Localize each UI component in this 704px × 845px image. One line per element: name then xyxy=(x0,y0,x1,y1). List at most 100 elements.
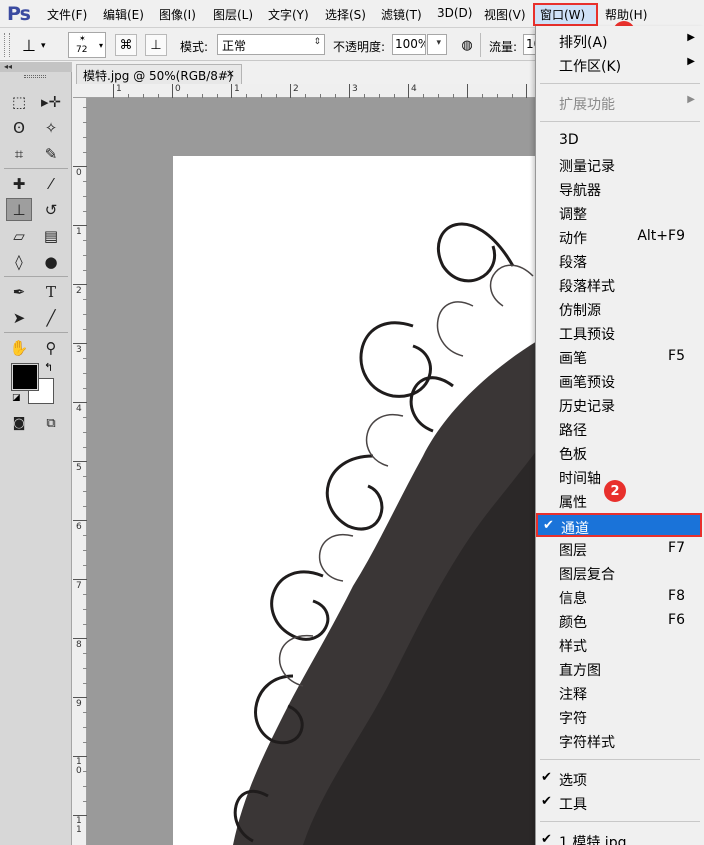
clone-stamp-tool-icon[interactable]: ⊥ xyxy=(18,34,40,56)
pressure-opacity-icon[interactable]: ◍ xyxy=(456,34,478,56)
window-menu-item-group3-19[interactable]: 信息 F8 xyxy=(536,585,704,609)
window-menu-item-k[interactable]: 工作区(K) ▶ xyxy=(536,53,704,77)
window-menu-item-group3-18[interactable]: 图层复合 xyxy=(536,561,704,585)
opacity-field[interactable]: 100% xyxy=(392,34,426,55)
window-menu-item-group3-25[interactable]: 字符样式 xyxy=(536,729,704,753)
ruler-label: 0 xyxy=(175,84,181,94)
menu-view[interactable]: 视图(V) xyxy=(484,6,526,23)
document-tab[interactable]: 模特.jpg @ 50%(RGB/8#) × xyxy=(76,64,242,84)
healing-brush-tool-icon[interactable]: ✚ xyxy=(6,172,32,195)
eyedropper-tool-icon[interactable]: ✎ xyxy=(38,142,64,165)
quick-mask-icon[interactable]: ◙ xyxy=(6,412,32,435)
menu-select[interactable]: 选择(S) xyxy=(325,6,366,23)
menu-layer[interactable]: 图层(L) xyxy=(213,6,253,23)
tool-divider xyxy=(4,168,68,169)
menu-window[interactable]: 窗口(W) xyxy=(540,6,585,23)
window-menu-item-group3-5[interactable]: 段落 xyxy=(536,249,704,273)
menu-image[interactable]: 图像(I) xyxy=(159,6,196,23)
blur-tool-icon[interactable]: ◊ xyxy=(6,250,32,273)
menu-3d[interactable]: 3D(D) xyxy=(437,6,472,20)
window-menu-item-group3-2[interactable]: 导航器 xyxy=(536,177,704,201)
ruler-label: 5 xyxy=(76,463,82,473)
menu-filter[interactable]: 滤镜(T) xyxy=(381,6,422,23)
brush-preset-picker[interactable]: ✶ 72 ▾ xyxy=(68,32,106,58)
window-menu-item-group3-20[interactable]: 颜色 F6 xyxy=(536,609,704,633)
menu-item-label: 选项 xyxy=(559,773,587,789)
pen-tool-icon[interactable]: ✒ xyxy=(6,280,32,303)
window-menu-item-group4-1[interactable]: ✔ 工具 xyxy=(536,791,704,815)
submenu-arrow-icon: ▶ xyxy=(687,94,695,105)
window-menu-item-group3-21[interactable]: 样式 xyxy=(536,633,704,657)
menu-type[interactable]: 文字(Y) xyxy=(268,6,309,23)
menu-item-label: 字符 xyxy=(559,711,587,727)
window-menu-item-group3-3[interactable]: 调整 xyxy=(536,201,704,225)
window-menu-item-group3-7[interactable]: 仿制源 xyxy=(536,297,704,321)
menu-item-label: 路径 xyxy=(559,423,587,439)
window-menu-item-group3-4[interactable]: 动作 Alt+F9 xyxy=(536,225,704,249)
window-menu-item-group3-23[interactable]: 注释 xyxy=(536,681,704,705)
history-brush-tool-icon[interactable]: ↺ xyxy=(38,198,64,221)
submenu-arrow-icon: ▶ xyxy=(687,56,695,67)
window-menu-item-group3-24[interactable]: 字符 xyxy=(536,705,704,729)
ruler-label: 6 xyxy=(76,522,82,532)
close-icon[interactable]: × xyxy=(226,67,235,80)
screen-mode-icon[interactable]: ⧉ xyxy=(38,412,64,435)
clone-source-panel-icon[interactable]: ⊥ xyxy=(145,34,167,56)
checkmark-icon: ✔ xyxy=(541,794,552,809)
window-menu-item-group3-11[interactable]: 历史记录 xyxy=(536,393,704,417)
menu-item-label: 样式 xyxy=(559,639,587,655)
zoom-tool-icon[interactable]: ⚲ xyxy=(38,336,64,359)
brush-panel-toggle-icon[interactable]: ⌘ xyxy=(115,34,137,56)
line-tool-icon[interactable]: ╱ xyxy=(38,306,64,329)
lasso-tool-icon[interactable]: ʘ xyxy=(6,116,32,139)
window-menu-item-group3-12[interactable]: 路径 xyxy=(536,417,704,441)
window-menu-item-group3-9[interactable]: 画笔 F5 xyxy=(536,345,704,369)
tools-panel: ◂◂ ⬚ ▸✛ ʘ ✧ ⌗ ✎ ✚ ⁄ ⊥ ↺ ▱ ▤ ◊ ● ✒ T ➤ ╱ … xyxy=(0,62,72,845)
default-colors-icon[interactable]: ◪ xyxy=(12,393,21,403)
menu-item-label: 段落样式 xyxy=(559,279,615,295)
ruler-label: 1 xyxy=(116,84,122,94)
window-menu-item-group4-0[interactable]: ✔ 选项 xyxy=(536,767,704,791)
move-tool-icon[interactable]: ▸✛ xyxy=(38,90,64,113)
tool-divider xyxy=(4,276,68,277)
opacity-dropdown[interactable]: ▾ xyxy=(427,34,447,55)
window-menu-item-group3-16[interactable]: ✔ 通道 xyxy=(536,513,702,537)
window-menu-item-a[interactable]: 排列(A) ▶ xyxy=(536,29,704,53)
window-menu-item-group3-22[interactable]: 直方图 xyxy=(536,657,704,681)
menu-item-label: 工作区(K) xyxy=(559,59,622,75)
brush-tool-icon[interactable]: ⁄ xyxy=(38,172,64,195)
window-menu-item-group3-1[interactable]: 测量记录 xyxy=(536,153,704,177)
document-tab-title: 模特.jpg @ 50%(RGB/8#) xyxy=(83,69,233,83)
blend-mode-select[interactable]: 正常 ⇕ xyxy=(217,34,325,55)
toolbar-collapse-grip[interactable]: ◂◂ xyxy=(0,62,72,72)
eraser-tool-icon[interactable]: ▱ xyxy=(6,224,32,247)
window-menu-item-group3-6[interactable]: 段落样式 xyxy=(536,273,704,297)
options-grip xyxy=(4,33,10,57)
window-menu-item-group3-10[interactable]: 画笔预设 xyxy=(536,369,704,393)
window-menu-item-group3-13[interactable]: 色板 xyxy=(536,441,704,465)
marquee-tool-icon[interactable]: ⬚ xyxy=(6,90,32,113)
magic-wand-tool-icon[interactable]: ✧ xyxy=(38,116,64,139)
foreground-color-swatch[interactable] xyxy=(11,363,39,391)
clone-stamp-tool-icon[interactable]: ⊥ xyxy=(6,198,32,221)
window-menu-item-3d[interactable]: 3D xyxy=(536,129,704,153)
ruler-label: 7 xyxy=(76,581,82,591)
menu-item-label: 仿制源 xyxy=(559,303,601,319)
opacity-value: 100% xyxy=(395,37,426,51)
path-selection-tool-icon[interactable]: ➤ xyxy=(6,306,32,329)
window-menu-item-group3-17[interactable]: 图层 F7 xyxy=(536,537,704,561)
menu-file[interactable]: 文件(F) xyxy=(47,6,87,23)
dodge-tool-icon[interactable]: ● xyxy=(38,250,64,273)
window-menu-item-group3-8[interactable]: 工具预设 xyxy=(536,321,704,345)
menu-edit[interactable]: 编辑(E) xyxy=(103,6,144,23)
type-tool-icon[interactable]: T xyxy=(38,280,64,303)
gradient-tool-icon[interactable]: ▤ xyxy=(38,224,64,247)
menu-item-label: 1 模特.jpg xyxy=(559,835,627,845)
tool-preset-arrow-icon[interactable]: ▾ xyxy=(41,41,46,51)
toolbar-drag-handle[interactable] xyxy=(24,75,46,78)
window-menu-item-1-jpg[interactable]: ✔ 1 模特.jpg xyxy=(536,829,704,845)
crop-tool-icon[interactable]: ⌗ xyxy=(6,142,32,165)
menu-item-label: 字符样式 xyxy=(559,735,615,751)
hand-tool-icon[interactable]: ✋ xyxy=(6,336,32,359)
swap-colors-icon[interactable]: ↰ xyxy=(44,361,53,374)
